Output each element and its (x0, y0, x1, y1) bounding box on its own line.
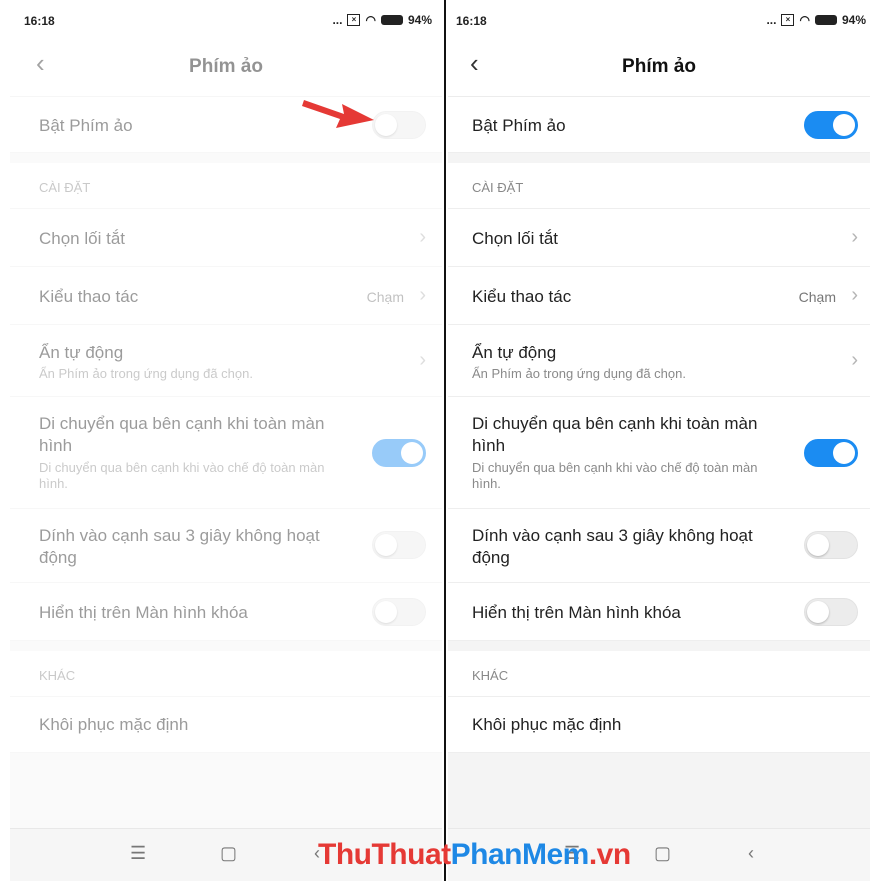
master-toggle-row[interactable]: Bật Phím ảo (448, 97, 870, 153)
status-time: 16:18 (456, 14, 487, 28)
shortcut-label: Chọn lối tắt (39, 229, 125, 248)
chevron-right-icon: › (851, 284, 858, 306)
lock-screen-row[interactable]: Hiển thị trên Màn hình khóa (10, 583, 442, 641)
reset-label: Khôi phục mặc định (472, 715, 622, 734)
left-screen: 16:18 ... × ◠ 94% ‹ Phím ảo Bật Phím ảo … (10, 8, 442, 881)
stick-edge-row[interactable]: Dính vào cạnh sau 3 giây không hoạt động (448, 509, 870, 583)
reset-row[interactable]: Khôi phục mặc định (448, 697, 870, 753)
auto-hide-sub: Ẩn Phím ảo trong ứng dụng đã chọn. (472, 366, 686, 381)
shortcut-row[interactable]: Chọn lối tắt › (448, 209, 870, 267)
stick-edge-row[interactable]: Dính vào cạnh sau 3 giây không hoạt động (10, 509, 442, 583)
shortcut-row[interactable]: Chọn lối tắt › (10, 209, 442, 267)
battery-percent: 94% (407, 13, 432, 27)
move-side-label: Di chuyển qua bên cạnh khi toàn màn hình (472, 414, 758, 455)
reset-label: Khôi phục mặc định (39, 715, 189, 734)
battery-percent: 94% (841, 13, 866, 27)
reset-row[interactable]: Khôi phục mặc định (10, 697, 442, 753)
move-side-sub: Di chuyển qua bên cạnh khi vào chế độ to… (39, 460, 325, 491)
action-type-label: Kiểu thao tác (472, 287, 572, 306)
auto-hide-row[interactable]: Ẩn tự động Ẩn Phím ảo trong ứng dụng đã … (10, 325, 442, 397)
sim-icon: × (781, 14, 795, 26)
lock-screen-toggle[interactable] (804, 598, 858, 626)
move-side-toggle[interactable] (372, 439, 426, 467)
red-arrow-icon (302, 100, 374, 128)
lock-screen-toggle[interactable] (372, 598, 426, 626)
action-type-value: Chạm (798, 289, 836, 305)
auto-hide-label: Ẩn tự động (39, 343, 124, 362)
master-toggle-row[interactable]: Bật Phím ảo (10, 97, 442, 153)
master-toggle[interactable] (372, 111, 426, 139)
lock-screen-label: Hiển thị trên Màn hình khóa (472, 603, 681, 622)
page-title: Phím ảo (189, 56, 263, 77)
chevron-right-icon: › (419, 284, 426, 306)
move-side-toggle[interactable] (804, 439, 858, 467)
title-bar: ‹ Phím ảo (10, 36, 442, 97)
chevron-right-icon: › (419, 226, 426, 248)
stick-edge-label: Dính vào cạnh sau 3 giây không hoạt động (472, 526, 753, 567)
move-side-label: Di chuyển qua bên cạnh khi toàn màn hình (39, 414, 325, 455)
menu-icon[interactable]: ☰ (130, 843, 146, 864)
move-side-sub: Di chuyển qua bên cạnh khi vào chế độ to… (472, 460, 758, 491)
watermark-logo: ThuThuatPhanMem.vn (318, 838, 631, 871)
auto-hide-row[interactable]: Ẩn tự động Ẩn Phím ảo trong ứng dụng đã … (448, 325, 870, 397)
section-other: KHÁC (10, 651, 442, 697)
master-toggle[interactable] (804, 111, 858, 139)
section-other: KHÁC (448, 651, 870, 697)
wifi-icon: ◠ (365, 13, 376, 27)
divider (444, 0, 446, 881)
chevron-right-icon: › (419, 349, 426, 371)
move-side-row[interactable]: Di chuyển qua bên cạnh khi toàn màn hình… (448, 397, 870, 509)
status-time: 16:18 (24, 14, 55, 28)
chevron-right-icon: › (851, 226, 858, 248)
status-bar: 16:18 ... × ◠ 94% (448, 8, 870, 36)
battery-icon (814, 15, 837, 25)
master-toggle-label: Bật Phím ảo (472, 116, 566, 135)
stick-edge-label: Dính vào cạnh sau 3 giây không hoạt động (39, 526, 320, 567)
toggle-knob (375, 114, 397, 136)
title-bar: ‹ Phím ảo (448, 36, 870, 97)
move-side-row[interactable]: Di chuyển qua bên cạnh khi toàn màn hình… (10, 397, 442, 509)
right-screen: 16:18 ... × ◠ 94% ‹ Phím ảo Bật Phím ảo … (448, 8, 870, 881)
action-type-value: Chạm (366, 289, 404, 305)
more-icon: ... (766, 13, 777, 27)
auto-hide-sub: Ẩn Phím ảo trong ứng dụng đã chọn. (39, 366, 253, 381)
stick-edge-toggle[interactable] (372, 531, 426, 559)
more-icon: ... (332, 13, 343, 27)
back-nav-icon[interactable]: ‹ (748, 843, 754, 864)
page-title: Phím ảo (622, 56, 696, 77)
section-settings: CÀI ĐẶT (448, 163, 870, 209)
chevron-right-icon: › (851, 349, 858, 371)
stick-edge-toggle[interactable] (804, 531, 858, 559)
section-settings: CÀI ĐẶT (10, 163, 442, 209)
lock-screen-label: Hiển thị trên Màn hình khóa (39, 603, 248, 622)
status-bar: 16:18 ... × ◠ 94% (10, 8, 442, 36)
home-icon[interactable]: ▢ (654, 843, 671, 864)
auto-hide-label: Ẩn tự động (472, 343, 557, 362)
sim-icon: × (347, 14, 361, 26)
wifi-icon: ◠ (799, 13, 810, 27)
battery-icon (380, 15, 403, 25)
lock-screen-row[interactable]: Hiển thị trên Màn hình khóa (448, 583, 870, 641)
home-icon[interactable]: ▢ (220, 843, 237, 864)
shortcut-label: Chọn lối tắt (472, 229, 558, 248)
action-type-row[interactable]: Kiểu thao tác Chạm › (448, 267, 870, 325)
action-type-row[interactable]: Kiểu thao tác Chạm › (10, 267, 442, 325)
